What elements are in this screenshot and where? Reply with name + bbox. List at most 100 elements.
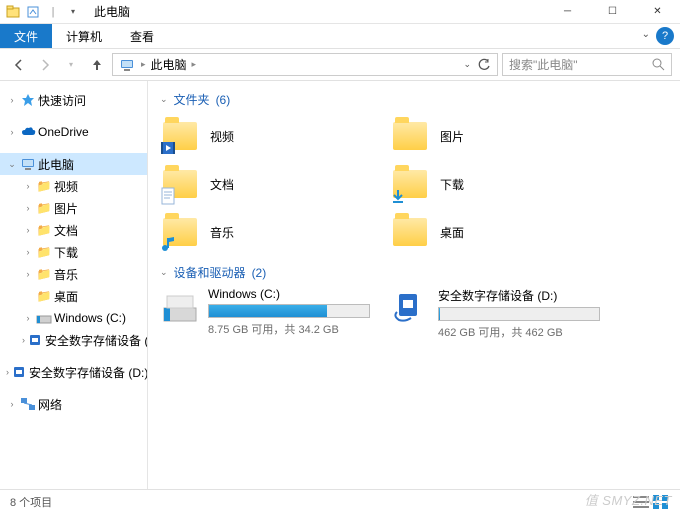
qat-properties-icon[interactable]	[24, 3, 42, 21]
capacity-fill	[209, 305, 327, 317]
tile-videos[interactable]: 视频	[160, 114, 370, 158]
tile-pictures[interactable]: 图片	[390, 114, 600, 158]
view-switcher[interactable]	[632, 494, 670, 510]
music-icon	[158, 234, 178, 254]
status-bar: 8 个项目	[0, 489, 680, 513]
address-box[interactable]: ▸ 此电脑 ▸ ⌄	[112, 53, 498, 76]
search-input[interactable]: 搜索"此电脑"	[502, 53, 672, 76]
folder-icon: 📁	[36, 222, 52, 238]
capacity-bar	[208, 304, 370, 318]
nav-label: 图片	[54, 200, 78, 217]
nav-child-drive-d[interactable]: ›安全数字存储设备 (	[0, 329, 147, 351]
star-icon	[20, 92, 36, 108]
drive-c[interactable]: Windows (C:) 8.75 GB 可用，共 34.2 GB	[160, 287, 370, 340]
tree-expand-icon[interactable]: ›	[6, 127, 18, 137]
tree-expand-icon[interactable]: ›	[22, 181, 34, 191]
help-button[interactable]: ?	[656, 27, 674, 45]
folder-icon: 📁	[36, 178, 52, 194]
breadcrumb-sep-icon[interactable]: ▸	[190, 59, 199, 70]
drive-name: Windows (C:)	[208, 287, 370, 301]
body: › 快速访问 › OneDrive ⌄ 此电脑 ›📁视频 ›📁图片 ›📁文档 ›…	[0, 81, 680, 489]
nav-child-videos[interactable]: ›📁视频	[0, 175, 147, 197]
group-count: (6)	[216, 93, 231, 107]
tree-expand-icon[interactable]: ›	[22, 335, 25, 345]
download-icon	[388, 186, 408, 206]
search-placeholder: 搜索"此电脑"	[509, 56, 652, 73]
minimize-button[interactable]: ─	[545, 0, 590, 24]
group-drives-header[interactable]: ⌄ 设备和驱动器 (2)	[160, 264, 668, 281]
tree-expand-icon[interactable]: ›	[22, 269, 34, 279]
breadcrumb-this-pc[interactable]: 此电脑	[148, 56, 190, 73]
tree-expand-icon[interactable]: ›	[6, 95, 18, 105]
tile-desktop[interactable]: 桌面	[390, 210, 600, 254]
drive-icon	[160, 287, 200, 327]
close-button[interactable]: ✕	[635, 0, 680, 24]
capacity-fill	[439, 308, 440, 320]
window-title: 此电脑	[86, 3, 545, 20]
tree-expand-icon[interactable]: ›	[6, 367, 9, 377]
secure-drive-icon	[11, 364, 27, 380]
maximize-button[interactable]: ☐	[590, 0, 635, 24]
nav-child-music[interactable]: ›📁音乐	[0, 263, 147, 285]
drive-name: 安全数字存储设备 (D:)	[438, 287, 600, 304]
details-view-icon[interactable]	[632, 494, 650, 510]
ribbon-tab-computer[interactable]: 计算机	[52, 24, 116, 48]
item-count: 8 个项目	[10, 494, 52, 510]
cloud-icon	[20, 124, 36, 140]
tree-expand-icon[interactable]: ›	[22, 225, 34, 235]
nav-up-button[interactable]	[86, 54, 108, 76]
drive-icon	[36, 310, 52, 326]
ribbon-expand-icon[interactable]: ⌄	[642, 29, 650, 40]
nav-quick-access[interactable]: › 快速访问	[0, 89, 147, 111]
tile-downloads[interactable]: 下载	[390, 162, 600, 206]
group-title: 设备和驱动器	[174, 264, 246, 281]
folder-icon: 📁	[36, 200, 52, 216]
tile-documents[interactable]: 文档	[160, 162, 370, 206]
tree-expand-icon[interactable]: ›	[22, 313, 34, 323]
drive-d[interactable]: 安全数字存储设备 (D:) 462 GB 可用，共 462 GB	[390, 287, 600, 340]
chevron-down-icon: ⌄	[160, 267, 168, 278]
nav-child-drive-c[interactable]: › Windows (C:)	[0, 307, 147, 329]
nav-child-downloads[interactable]: ›📁下载	[0, 241, 147, 263]
tree-expand-icon[interactable]: ›	[22, 247, 34, 257]
ribbon-tab-view[interactable]: 查看	[116, 24, 168, 48]
drive-tiles: Windows (C:) 8.75 GB 可用，共 34.2 GB 安全数字存储…	[160, 287, 668, 340]
address-dropdown-icon[interactable]: ⌄	[463, 59, 471, 70]
breadcrumb-sep-icon[interactable]: ▸	[139, 59, 148, 70]
tile-label: 图片	[440, 128, 464, 145]
nav-child-documents[interactable]: ›📁文档	[0, 219, 147, 241]
tile-music[interactable]: 音乐	[160, 210, 370, 254]
tree-expand-icon[interactable]: ›	[22, 203, 34, 213]
qat-dropdown-icon[interactable]: ▾	[64, 3, 82, 21]
tile-label: 文档	[210, 176, 234, 193]
nav-this-pc[interactable]: ⌄ 此电脑	[0, 153, 147, 175]
ribbon-tab-file[interactable]: 文件	[0, 24, 52, 48]
tiles-view-icon[interactable]	[652, 494, 670, 510]
nav-forward-button[interactable]	[34, 54, 56, 76]
nav-label: Windows (C:)	[54, 311, 126, 325]
folder-icon: 📁	[36, 266, 52, 282]
qat-divider-icon: |	[44, 3, 62, 21]
this-pc-icon	[20, 156, 36, 172]
nav-network[interactable]: ›网络	[0, 393, 147, 415]
nav-back-button[interactable]	[8, 54, 30, 76]
chevron-down-icon: ⌄	[160, 94, 168, 105]
title-bar: | ▾ 此电脑 ─ ☐ ✕	[0, 0, 680, 24]
nav-child-desktop[interactable]: 📁桌面	[0, 285, 147, 307]
folder-icon: 📁	[36, 288, 52, 304]
nav-recent-dropdown[interactable]: ▾	[60, 54, 82, 76]
nav-child-pictures[interactable]: ›📁图片	[0, 197, 147, 219]
tile-label: 下载	[440, 176, 464, 193]
refresh-icon[interactable]	[477, 58, 491, 72]
app-icon	[4, 3, 22, 21]
group-folders-header[interactable]: ⌄ 文件夹 (6)	[160, 91, 668, 108]
nav-onedrive[interactable]: › OneDrive	[0, 121, 147, 143]
tree-collapse-icon[interactable]: ⌄	[6, 159, 18, 170]
navigation-pane: › 快速访问 › OneDrive ⌄ 此电脑 ›📁视频 ›📁图片 ›📁文档 ›…	[0, 81, 148, 489]
nav-secure-drive[interactable]: ›安全数字存储设备 (D:)	[0, 361, 147, 383]
window-controls: ─ ☐ ✕	[545, 0, 680, 24]
tree-expand-icon[interactable]: ›	[6, 399, 18, 409]
group-title: 文件夹	[174, 91, 210, 108]
capacity-bar	[438, 307, 600, 321]
this-pc-icon	[119, 57, 135, 73]
